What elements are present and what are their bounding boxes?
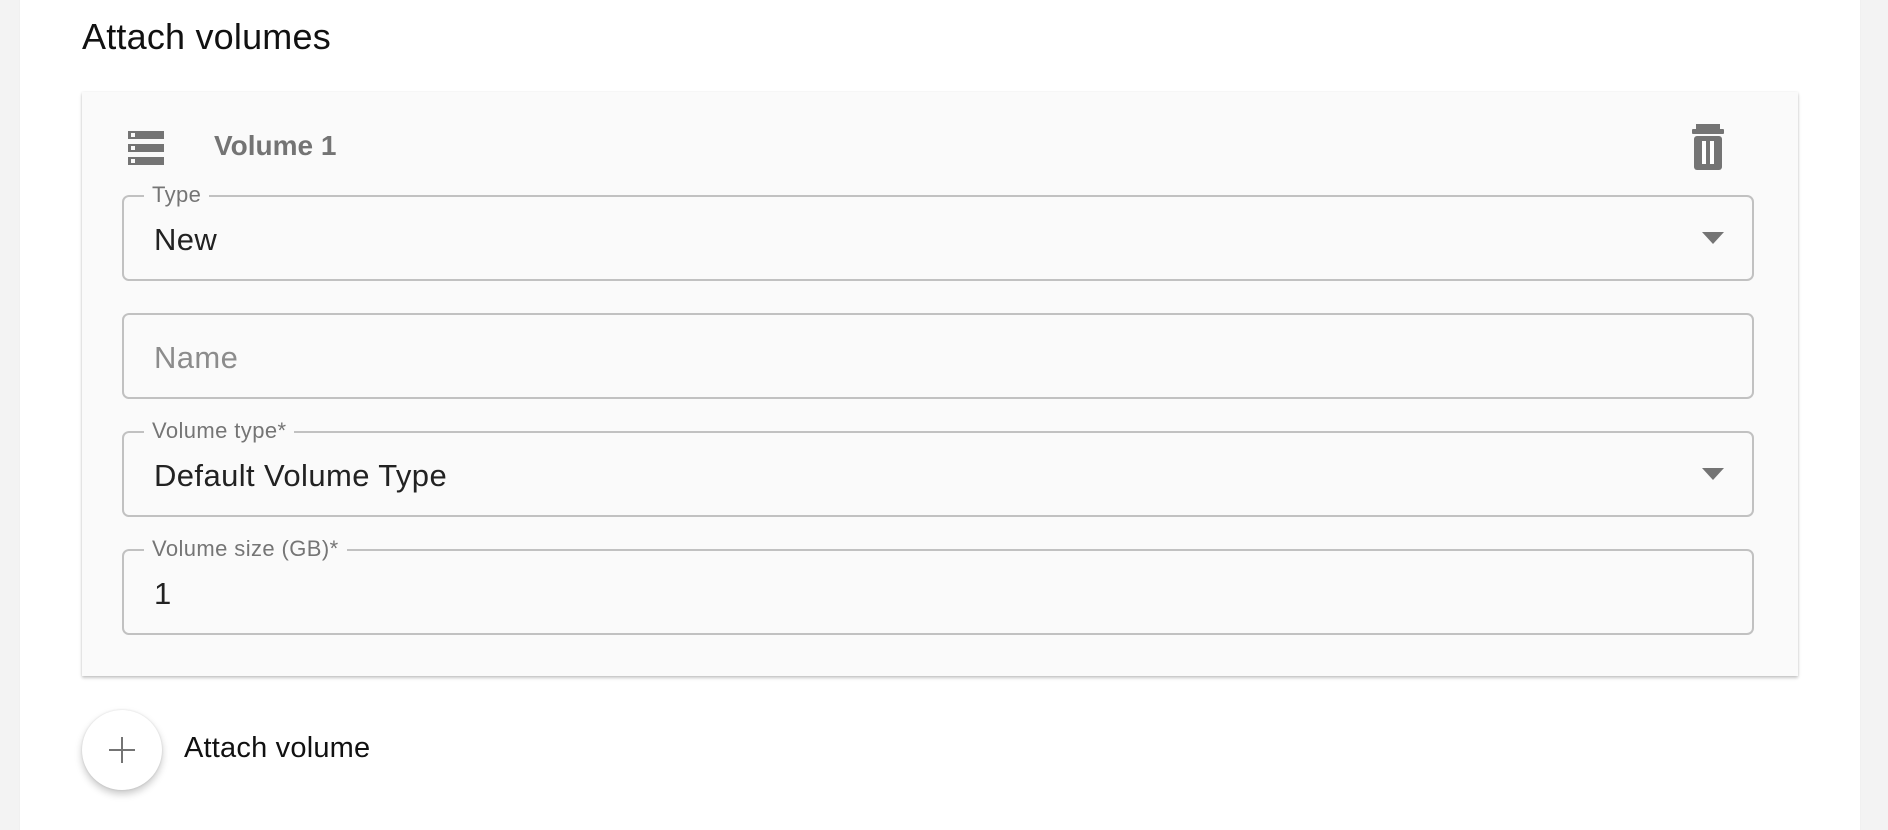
trash-icon	[1686, 124, 1730, 175]
volume-title: Volume 1	[214, 130, 337, 161]
volume-size-label: Volume size (GB)*	[144, 536, 347, 562]
volume-size-value: 1	[154, 576, 172, 611]
volume-size-field[interactable]: Volume size (GB)* 1	[122, 536, 1754, 635]
volume-type-label: Volume type*	[144, 418, 295, 444]
attach-volumes-panel: Attach volumes Volume 1 Type New Name Vo…	[20, 0, 1860, 830]
delete-volume-button[interactable]	[1686, 124, 1730, 172]
attach-volume-label[interactable]: Attach volume	[184, 732, 370, 765]
volume-type-select[interactable]: Volume type* Default Volume Type	[122, 418, 1754, 517]
chevron-down-icon	[1702, 468, 1724, 480]
volume-type-selected-value: Default Volume Type	[154, 458, 448, 493]
section-title: Attach volumes	[82, 16, 331, 57]
volume-card-header: Volume 1	[82, 92, 1798, 202]
name-field[interactable]	[122, 313, 1754, 399]
attach-volume-button[interactable]	[82, 710, 162, 790]
storage-icon	[128, 130, 164, 166]
volume-card: Volume 1 Type New Name Volume type* Defa…	[82, 92, 1798, 676]
attach-volume-row: Attach volume	[82, 710, 482, 790]
type-select[interactable]: Type New	[122, 182, 1754, 281]
type-label: Type	[144, 182, 210, 208]
name-input[interactable]	[154, 340, 1654, 376]
type-selected-value: New	[154, 222, 218, 257]
chevron-down-icon	[1702, 232, 1724, 244]
